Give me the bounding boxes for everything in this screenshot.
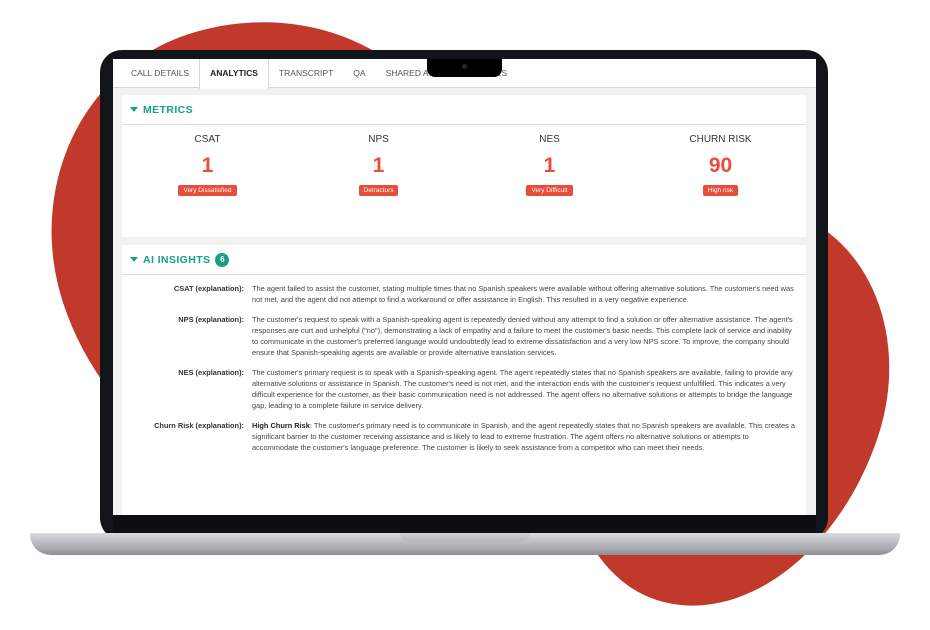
tab-transcript[interactable]: TRANSCRIPT (269, 59, 343, 87)
metric-nps: NPS 1 Detractors (293, 133, 464, 197)
insight-text: The customer's primary request is to spe… (252, 368, 793, 410)
insight-label: Churn Risk (explanation): (154, 421, 244, 430)
insight-lead: High Churn Risk (252, 421, 310, 430)
insight-label: CSAT (explanation): (173, 284, 244, 293)
status-badge: High risk (702, 185, 739, 196)
metric-csat: CSAT 1 Very Dissatisfied (122, 133, 293, 197)
metric-nes: NES 1 Very Difficult (464, 133, 635, 197)
insight-text: The agent failed to assist the customer,… (252, 284, 794, 304)
insight-row-churn-risk: Churn Risk (explanation): High Churn Ris… (122, 420, 806, 453)
camera-icon (462, 64, 467, 69)
ai-insights-card: AI INSIGHTS 6 CSAT (explanation): The ag… (122, 245, 806, 515)
metric-value: 1 (201, 154, 214, 177)
metric-label: NPS (368, 134, 389, 145)
metric-label: CSAT (194, 134, 221, 145)
metric-churn-risk: CHURN RISK 90 High risk (635, 133, 806, 197)
metrics-title: METRICS (143, 103, 194, 116)
insight-row-csat: CSAT (explanation): The agent failed to … (122, 283, 806, 305)
insights-count-badge: 6 (215, 252, 230, 267)
insight-text: The customer's request to speak with a S… (252, 315, 793, 357)
tab-call-details[interactable]: CALL DETAILS (121, 59, 199, 87)
caret-down-icon (130, 257, 138, 262)
insight-body: : The customer's primary need is to comm… (252, 421, 795, 452)
status-badge: Very Dissatisfied (178, 185, 237, 196)
insight-label: NES (explanation): (178, 368, 244, 377)
caret-down-icon (130, 107, 138, 112)
tab-qa[interactable]: QA (343, 59, 375, 87)
laptop-bezel-bottom (113, 515, 816, 533)
status-badge: Detractors (358, 185, 399, 196)
laptop-base-notch (400, 533, 530, 542)
app-screen: CALL DETAILS ANALYTICS TRANSCRIPT QA SHA… (113, 59, 816, 515)
tab-analytics[interactable]: ANALYTICS (199, 59, 269, 89)
insight-row-nes: NES (explanation): The customer's primar… (122, 367, 806, 411)
metric-label: CHURN RISK (689, 134, 752, 145)
ai-insights-header[interactable]: AI INSIGHTS 6 (122, 245, 806, 275)
metrics-header[interactable]: METRICS (122, 95, 806, 125)
insight-text: High Churn Risk: The customer's primary … (252, 420, 796, 453)
metric-value: 1 (543, 154, 556, 177)
metric-value: 1 (372, 154, 385, 177)
insight-row-nps: NPS (explanation): The customer's reques… (122, 314, 806, 358)
insight-label: NPS (explanation): (178, 315, 244, 324)
ai-insights-title: AI INSIGHTS (143, 253, 211, 266)
insights-list: CSAT (explanation): The agent failed to … (122, 275, 806, 453)
camera-notch (427, 59, 502, 77)
metrics-card: METRICS CSAT 1 Very Dissatisfied NPS 1 D… (122, 95, 806, 237)
status-badge: Very Difficult (526, 185, 573, 196)
metric-label: NES (539, 134, 560, 145)
metrics-row: CSAT 1 Very Dissatisfied NPS 1 Detractor… (122, 125, 806, 197)
metric-value: 90 (708, 154, 733, 177)
